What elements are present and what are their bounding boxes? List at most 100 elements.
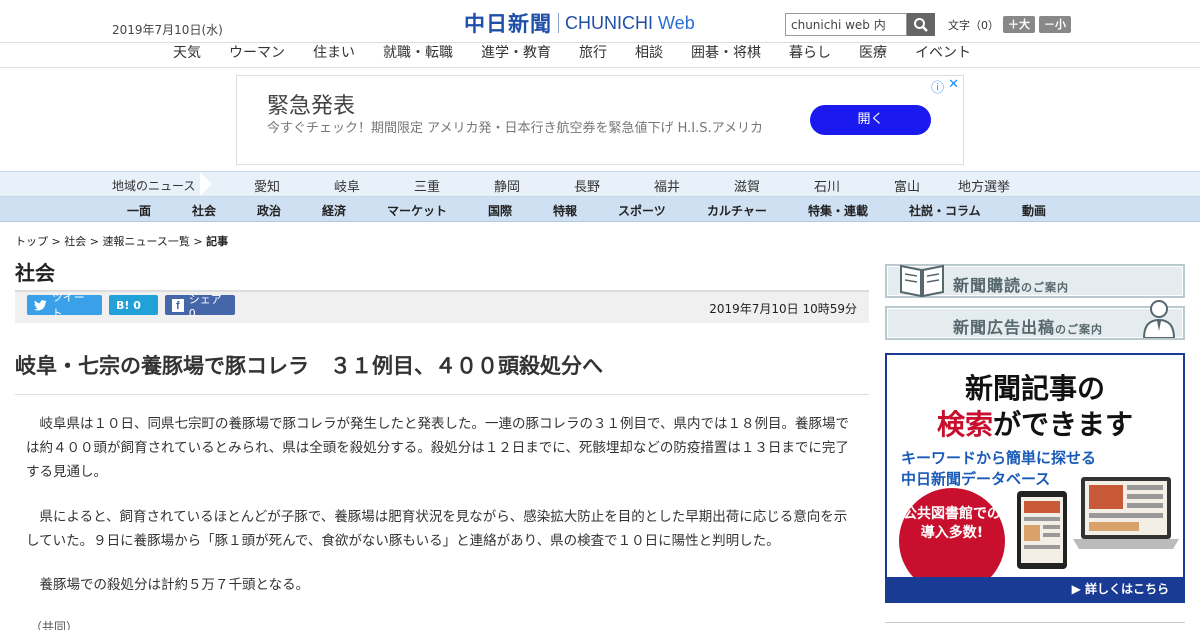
db-ad-line2: 検索ができます: [887, 403, 1183, 443]
category-item[interactable]: 一面: [127, 202, 151, 219]
subscribe-small: のご案内: [1021, 281, 1070, 294]
region-item[interactable]: 愛知: [254, 176, 280, 195]
region-nav: 地域のニュース 愛知 岐阜 三重 静岡 長野 福井 滋賀 石川 富山 地方選挙: [0, 171, 1200, 197]
article-paragraph: 県によると、飼育されているほとんどが子豚で、養豚場は肥育状況を見ながら、感染拡大…: [26, 509, 848, 549]
search-icon: [914, 17, 928, 32]
breadcrumb: トップ > 社会 > 速報ニュース一覧 > 記事: [15, 233, 228, 249]
font-size-down-button[interactable]: －小: [1039, 16, 1071, 33]
lifenav-item[interactable]: 相談: [621, 43, 677, 67]
lifenav-item[interactable]: 暮らし: [775, 43, 845, 67]
article-paragraph: 養豚場での殺処分は計約５万７千頭となる。: [39, 577, 310, 593]
devices-illustration-icon: [1017, 477, 1179, 569]
region-item[interactable]: 石川: [814, 176, 840, 195]
businessman-icon: [1142, 300, 1176, 338]
tweet-button[interactable]: ツイート: [27, 291, 102, 320]
region-item[interactable]: 三重: [414, 176, 440, 195]
logo-en-text: CHUNICHI: [565, 12, 653, 33]
life-nav: 天気 ウーマン 住まい 就職・転職 進学・教育 旅行 相談 囲碁・将棋 暮らし …: [0, 43, 1200, 68]
logo-web-text: Web: [658, 12, 695, 33]
breadcrumb-current: 記事: [206, 235, 229, 248]
breadcrumb-sep: >: [189, 235, 207, 248]
category-item[interactable]: 政治: [257, 202, 281, 219]
ad-close-icon[interactable]: ✕: [948, 77, 959, 96]
region-item[interactable]: 静岡: [494, 176, 520, 195]
category-nav: 一面 社会 政治 経済 マーケット 国際 特報 スポーツ カルチャー 特集・連載…: [0, 197, 1200, 222]
category-item[interactable]: 特報: [553, 202, 577, 219]
share-bar: ツイート B! 0 f シェア 0 2019年7月10日 10時59分: [15, 290, 869, 323]
logo-ja: 中日新聞: [464, 11, 552, 36]
logo-en: CHUNICHI Web: [565, 13, 695, 34]
advertise-text: 新聞広告出稿のご案内: [953, 314, 1103, 338]
header-date: 2019年7月10日(水): [112, 23, 223, 37]
font-size-control: 文字（0） ＋大 －小: [948, 16, 1071, 33]
site-header: 2019年7月10日(水) 中日新聞 CHUNICHI Web 文字（0） ＋大…: [0, 0, 1200, 43]
lifenav-item[interactable]: ウーマン: [215, 43, 299, 67]
advertise-main: 新聞広告出稿: [953, 318, 1056, 337]
logo-separator: [558, 13, 559, 33]
facebook-share-button[interactable]: f シェア 0: [165, 293, 235, 320]
top-ad[interactable]: 緊急発表 今すぐチェック！期間限定 アメリカ発・日本行き航空券を緊急値下げ H.…: [236, 75, 964, 165]
subscribe-text: 新聞購読のご案内: [953, 272, 1069, 296]
db-ad-sub1: キーワードから簡単に探せる: [901, 449, 1097, 467]
site-logo[interactable]: 中日新聞 CHUNICHI Web: [464, 8, 695, 38]
lifenav-item[interactable]: 就職・転職: [369, 43, 467, 67]
breadcrumb-sep: >: [86, 235, 103, 248]
region-item[interactable]: 富山: [894, 176, 920, 195]
db-ad-line1: 新聞記事の: [964, 372, 1105, 405]
section-title: 社会: [15, 261, 55, 285]
hatena-bookmark-button[interactable]: B! 0: [109, 295, 158, 315]
subscribe-banner[interactable]: 新聞購読のご案内: [885, 264, 1185, 298]
font-size-up-button[interactable]: ＋大: [1003, 16, 1035, 33]
category-item[interactable]: 経済: [322, 202, 346, 219]
font-size-label: 文字（0）: [948, 18, 999, 32]
book-icon: [900, 264, 944, 298]
facebook-share-label: シェア 0: [188, 292, 222, 320]
lifenav-item[interactable]: 住まい: [299, 43, 369, 67]
lifenav-item[interactable]: 進学・教育: [467, 43, 565, 67]
twitter-icon: [34, 299, 47, 310]
category-item[interactable]: マーケット: [387, 202, 447, 219]
region-arrow-icon: [200, 172, 212, 196]
category-item[interactable]: 社説・コラム: [909, 202, 981, 219]
region-item[interactable]: 地方選挙: [958, 176, 1010, 195]
site-search: [785, 13, 935, 36]
breadcrumb-section[interactable]: 社会: [64, 235, 86, 248]
category-item[interactable]: 社会: [192, 202, 216, 219]
category-item[interactable]: スポーツ: [618, 202, 666, 219]
region-nav-label: 地域のニュース: [112, 179, 196, 193]
ad-open-button[interactable]: 開く: [810, 105, 931, 135]
tweet-label: ツイート: [51, 291, 85, 320]
article-paragraph: 岐阜県は１０日、同県七宗町の養豚場で豚コレラが発生したと発表した。一連の豚コレラ…: [26, 416, 849, 480]
breadcrumb-sep: >: [48, 235, 65, 248]
database-ad[interactable]: 新聞記事の 検索ができます キーワードから簡単に探せる 中日新聞データベース 公…: [885, 353, 1185, 603]
advertise-banner[interactable]: 新聞広告出稿のご案内: [885, 300, 1185, 340]
category-item[interactable]: 特集・連載: [808, 202, 868, 219]
ad-text: 今すぐチェック！期間限定 アメリカ発・日本行き航空券を緊急値下げ H.I.S.ア…: [267, 121, 763, 136]
lifenav-item[interactable]: 囲碁・将棋: [677, 43, 775, 67]
lifenav-item[interactable]: イベント: [901, 43, 985, 67]
region-item[interactable]: 岐阜: [334, 176, 360, 195]
category-item[interactable]: 動画: [1022, 202, 1046, 219]
search-input[interactable]: [785, 13, 907, 36]
region-item[interactable]: 滋賀: [734, 176, 760, 195]
facebook-icon: f: [172, 298, 184, 312]
article-headline: 岐阜・七宗の養豚場で豚コレラ ３１例目、４００頭殺処分へ: [15, 350, 869, 395]
article-datetime: 2019年7月10日 10時59分: [709, 302, 857, 316]
lifenav-item[interactable]: 医療: [845, 43, 901, 67]
category-item[interactable]: カルチャー: [707, 202, 767, 219]
region-item[interactable]: 福井: [654, 176, 680, 195]
lifenav-item[interactable]: 天気: [159, 43, 215, 67]
subscribe-main: 新聞購読: [953, 276, 1022, 295]
sidebar-divider: [885, 622, 1185, 623]
breadcrumb-top[interactable]: トップ: [15, 235, 48, 248]
db-ad-more-link[interactable]: ▶ 詳しくはこちら: [887, 577, 1183, 601]
region-item[interactable]: 長野: [574, 176, 600, 195]
ad-title: 緊急発表: [267, 94, 356, 119]
category-item[interactable]: 国際: [488, 202, 512, 219]
breadcrumb-list[interactable]: 速報ニュース一覧: [102, 235, 189, 248]
db-ad-line2-red: 検索: [936, 408, 993, 441]
search-button[interactable]: [907, 13, 935, 36]
article-credit: （共同）: [30, 620, 79, 630]
ad-info-icon[interactable]: ⓘ: [931, 77, 944, 96]
lifenav-item[interactable]: 旅行: [565, 43, 621, 67]
